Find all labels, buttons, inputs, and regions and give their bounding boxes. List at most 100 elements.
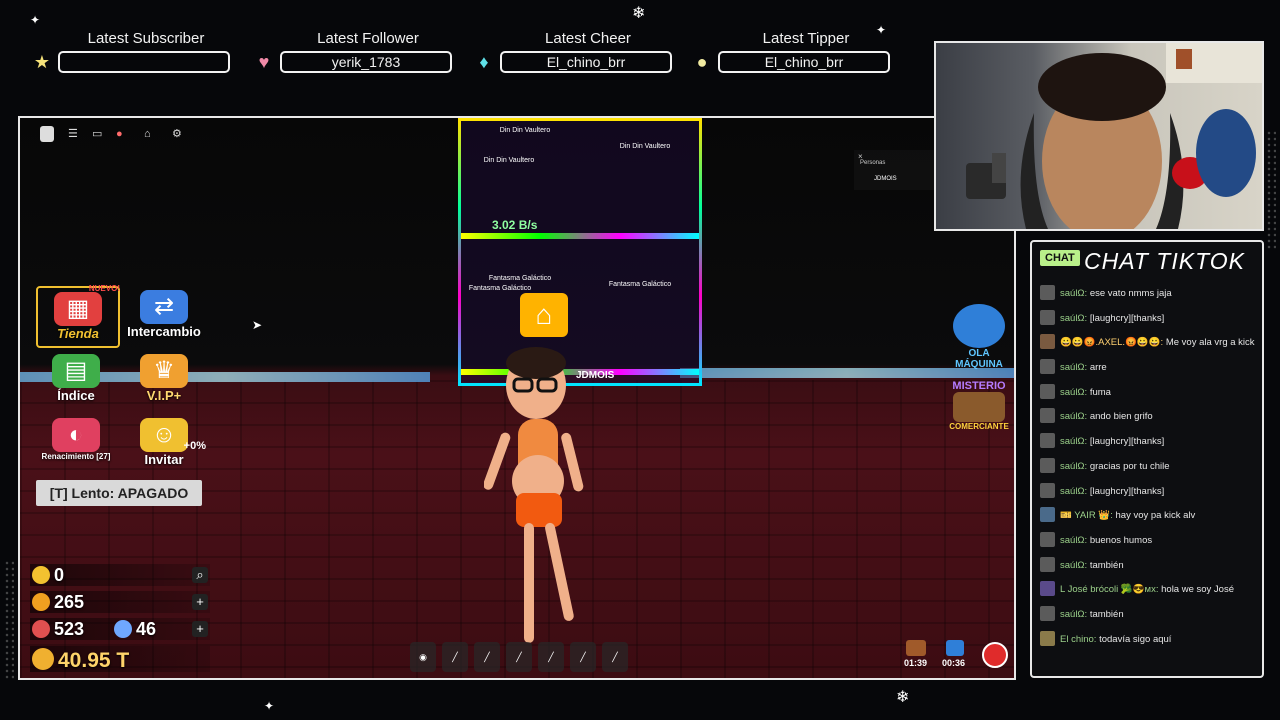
clock-icon[interactable] xyxy=(982,642,1008,668)
income-rate: 3.02 B/s xyxy=(492,218,538,232)
players-panel: × Personas JDMOIS xyxy=(854,150,934,190)
avatar xyxy=(1040,408,1055,424)
chat-text: hola we soy José xyxy=(1161,584,1234,596)
avatar xyxy=(1040,334,1055,350)
star-icon: ★ xyxy=(33,52,51,72)
hotbar-slot[interactable]: ╱ xyxy=(602,642,628,672)
chat-text: también xyxy=(1089,608,1124,620)
search-button[interactable]: ⌕ xyxy=(192,567,208,583)
alert-title: Latest Subscriber xyxy=(87,30,205,47)
players-panel-title: Personas xyxy=(860,160,886,166)
event-timer-icon[interactable] xyxy=(906,640,926,656)
chat-message: saúlΩ: [laughcry][thanks] xyxy=(1040,430,1260,455)
hotbar-slot[interactable]: ╱ xyxy=(506,642,532,672)
invite-label: Invitar xyxy=(144,452,184,467)
heart-icon: ♥ xyxy=(258,52,270,72)
brainrot-label: Fantasma Galáctico xyxy=(608,281,672,288)
roblox-logo-icon[interactable] xyxy=(40,126,54,142)
book-icon: ▤ xyxy=(52,354,100,388)
trade-button[interactable]: ⇄ Intercambio xyxy=(124,286,204,344)
shop-label: Tienda xyxy=(57,326,99,341)
money-bag-icon xyxy=(32,648,54,670)
rebirth-icon: ◐ xyxy=(52,418,100,452)
microphone-icon[interactable]: ● xyxy=(116,126,123,142)
slow-mode-toggle[interactable]: [T] Lento: APAGADO xyxy=(36,480,202,506)
chat-text: hay voy pa kick alv xyxy=(1115,510,1196,522)
rebirth-button[interactable]: ◐ Renacimiento [27] xyxy=(36,414,116,472)
gems-stat: 265 xyxy=(32,591,84,613)
hotbar-slot[interactable]: ╱ xyxy=(570,642,596,672)
steps-value: 523 xyxy=(54,619,85,639)
avatar xyxy=(1040,507,1055,523)
chat-message: saúlΩ: fuma xyxy=(1040,381,1260,406)
game-viewport[interactable]: ☰ ▭ ● ⌂ ⚙ × Personas JDMOIS Din Din Vaul… xyxy=(18,116,1016,680)
hotbar-slot[interactable]: ◉ xyxy=(410,642,436,672)
steps-stat: 523 xyxy=(32,618,84,640)
alert-value: El_chino_brr xyxy=(500,51,672,73)
shop-button[interactable]: ▦ Tienda NUEVO! xyxy=(36,284,120,348)
vip-label: V.I.P+ xyxy=(146,388,182,403)
chat-username: saúlΩ: xyxy=(1060,362,1088,374)
chat-text: arre xyxy=(1089,362,1107,374)
mystery-merchant-event[interactable]: MISTERIO COMERCIANTE xyxy=(944,380,1014,431)
player-name[interactable]: JDMOIS xyxy=(874,176,897,182)
invite-bonus-badge: +0% xyxy=(183,440,206,452)
chat-messages: saúlΩ: ese vato nmms jaja saúlΩ: [laughc… xyxy=(1040,282,1260,652)
hotbar-slot[interactable]: ╱ xyxy=(474,642,500,672)
chat-text: gracias por tu chile xyxy=(1089,460,1170,472)
friends-icon: ☺ xyxy=(140,418,188,452)
home-icon[interactable]: ⌂ xyxy=(520,293,568,337)
chat-title: CHAT TIKTOK xyxy=(1084,248,1245,274)
chat-username: saúlΩ: xyxy=(1060,436,1088,448)
chat-message: saúlΩ: ando bien grifo xyxy=(1040,405,1260,430)
add-speed-button[interactable]: + xyxy=(192,621,208,637)
shop-basket-icon: ▦ xyxy=(54,292,102,326)
menu-icon[interactable]: ☰ xyxy=(68,126,78,142)
sparkle-decoration: ❄ xyxy=(632,5,646,22)
alert-title: Latest Follower xyxy=(317,30,419,47)
trade-label: Intercambio xyxy=(127,324,201,339)
trade-arrows-icon: ⇄ xyxy=(140,290,188,324)
dot-pattern-decoration xyxy=(4,560,14,680)
gems-value: 265 xyxy=(54,592,85,612)
chat-text: también xyxy=(1089,559,1124,571)
vip-button[interactable]: ♛ V.I.P+ xyxy=(124,350,204,408)
chat-badge: CHAT xyxy=(1040,250,1080,266)
add-gems-button[interactable]: + xyxy=(192,594,208,610)
chat-icon[interactable]: ▭ xyxy=(92,126,102,142)
chat-username: saúlΩ: xyxy=(1060,460,1088,472)
chat-username: 🎫 YAIR 👑: xyxy=(1060,510,1113,522)
settings-icon[interactable]: ⚙ xyxy=(172,126,182,142)
brainrot-label: Fantasma Galáctico xyxy=(468,285,532,292)
hotbar-slot[interactable]: ╱ xyxy=(442,642,468,672)
coin-icon: ● xyxy=(696,52,708,72)
chat-message: saúlΩ: también xyxy=(1040,603,1260,628)
chat-text: fuma xyxy=(1089,386,1111,398)
chat-message: saúlΩ: buenos humos xyxy=(1040,529,1260,554)
sparkle-decoration: ✦ xyxy=(264,699,275,713)
chat-panel: CHAT CHAT TIKTOK saúlΩ: ese vato nmms ja… xyxy=(1030,240,1264,678)
wave-machine-icon xyxy=(953,304,1005,348)
avatar xyxy=(1040,359,1055,375)
chat-text: ando bien grifo xyxy=(1089,411,1153,423)
wave-machine-event[interactable]: OLA MÁQUINA xyxy=(944,304,1014,370)
brainrot-label: Fantasma Galáctico xyxy=(488,275,552,282)
chat-message: saúlΩ: ese vato nmms jaja xyxy=(1040,282,1260,307)
chat-text: [laughcry][thanks] xyxy=(1089,312,1165,324)
luck-timer-icon[interactable] xyxy=(946,640,964,656)
avatar xyxy=(1040,556,1055,572)
index-button[interactable]: ▤ Índice xyxy=(36,350,116,408)
coins-value: 0 xyxy=(54,565,65,585)
mystery-label: MISTERIO xyxy=(952,380,1006,392)
chat-username: 😀😀😡.AXEL.😡😀😀: xyxy=(1060,337,1164,349)
invite-button[interactable]: ☺ Invitar +0% xyxy=(124,414,206,472)
event-timer: 01:39 xyxy=(904,658,928,668)
chat-header: CHAT CHAT TIKTOK xyxy=(1040,248,1256,276)
streamer-video xyxy=(966,43,1262,229)
alert-value xyxy=(58,51,230,73)
backpack-icon[interactable]: ⌂ xyxy=(144,126,151,142)
hotbar-slot[interactable]: ╱ xyxy=(538,642,564,672)
chat-message: saúlΩ: arre xyxy=(1040,356,1260,381)
chat-text: Me voy ala vrg a kick xyxy=(1165,337,1255,349)
avatar xyxy=(1040,630,1055,646)
